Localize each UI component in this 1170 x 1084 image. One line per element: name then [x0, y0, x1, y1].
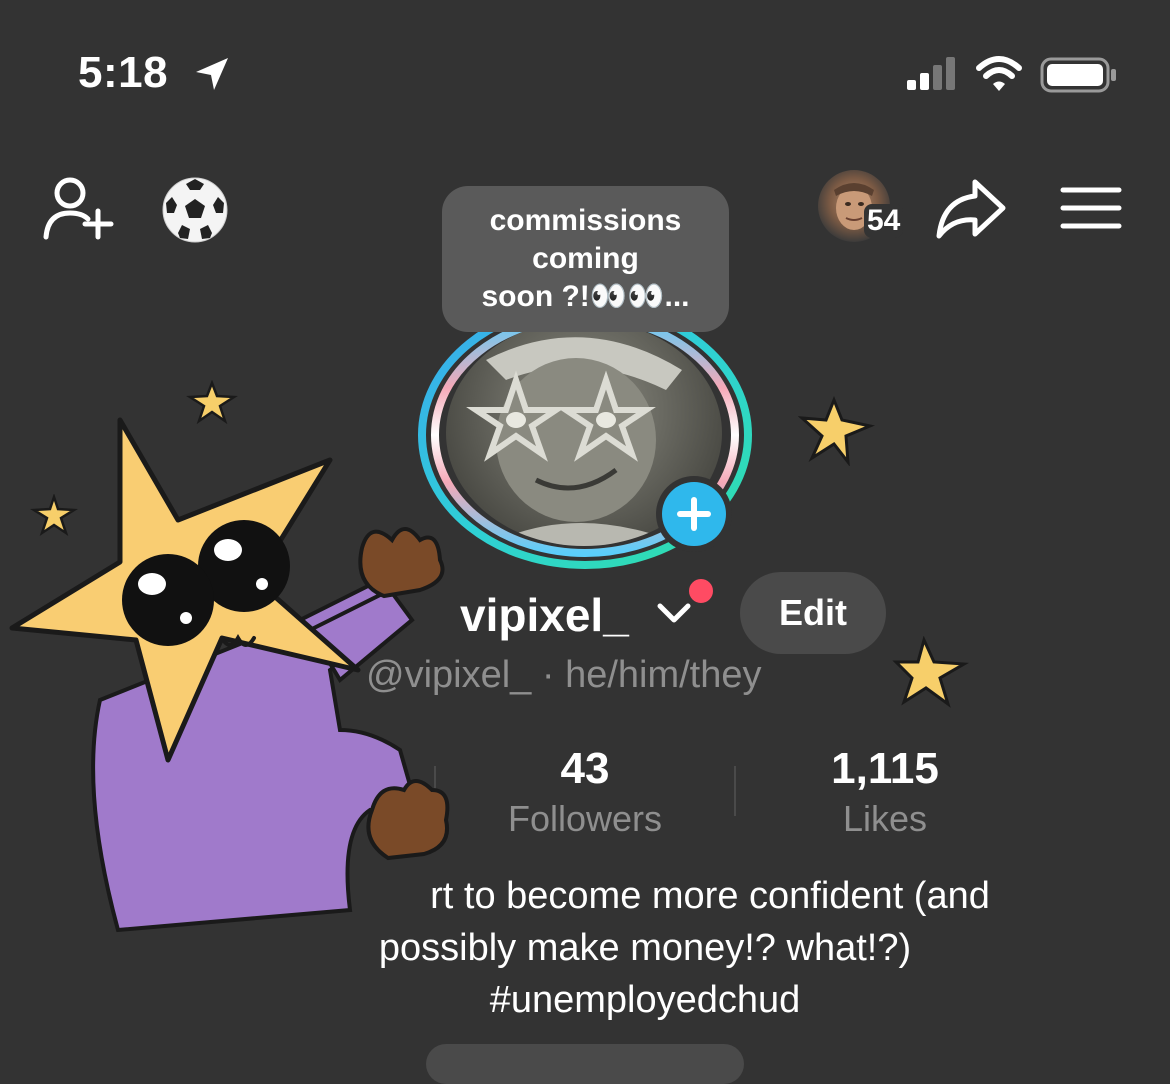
star-character-sticker — [9, 417, 450, 933]
username[interactable]: vipixel_ — [460, 588, 629, 642]
followers-stat[interactable]: 43 Followers — [474, 744, 696, 840]
stats-divider — [734, 766, 736, 816]
wifi-icon — [976, 56, 1022, 91]
note-line-2: coming — [532, 242, 639, 275]
edit-profile-button[interactable]: Edit — [740, 572, 886, 654]
location-arrow-icon — [196, 58, 228, 90]
sparkle-icon — [892, 636, 969, 708]
visitor-count-badge: 54 — [864, 204, 904, 238]
note-line-3: soon ?!👀👀... — [481, 280, 690, 313]
share-icon[interactable] — [935, 178, 1007, 240]
signal-icon — [907, 57, 955, 90]
menu-icon[interactable] — [1060, 186, 1122, 230]
battery-icon — [1040, 57, 1116, 93]
likes-count: 1,115 — [831, 744, 939, 793]
note-line-1: commissions — [489, 204, 682, 237]
bottom-pill-button[interactable] — [426, 1044, 744, 1084]
plus-icon — [662, 482, 726, 546]
likes-label: Likes — [842, 798, 928, 839]
bio-line-3: #unemployedchud — [489, 979, 801, 1021]
sparkle-icon — [798, 396, 876, 466]
profile-note-bubble[interactable]: commissions coming soon ?!👀👀... — [442, 186, 729, 332]
chevron-down-icon[interactable] — [656, 600, 692, 628]
status-time: 5:18 — [78, 48, 169, 97]
add-story-button[interactable] — [656, 476, 732, 552]
followers-label: Followers — [507, 798, 663, 839]
soccer-ball-icon[interactable] — [160, 175, 230, 245]
notification-dot — [686, 576, 716, 606]
likes-stat[interactable]: 1,115 Likes — [774, 744, 996, 840]
followers-count: 43 — [560, 744, 610, 793]
add-friend-icon[interactable] — [42, 175, 116, 241]
